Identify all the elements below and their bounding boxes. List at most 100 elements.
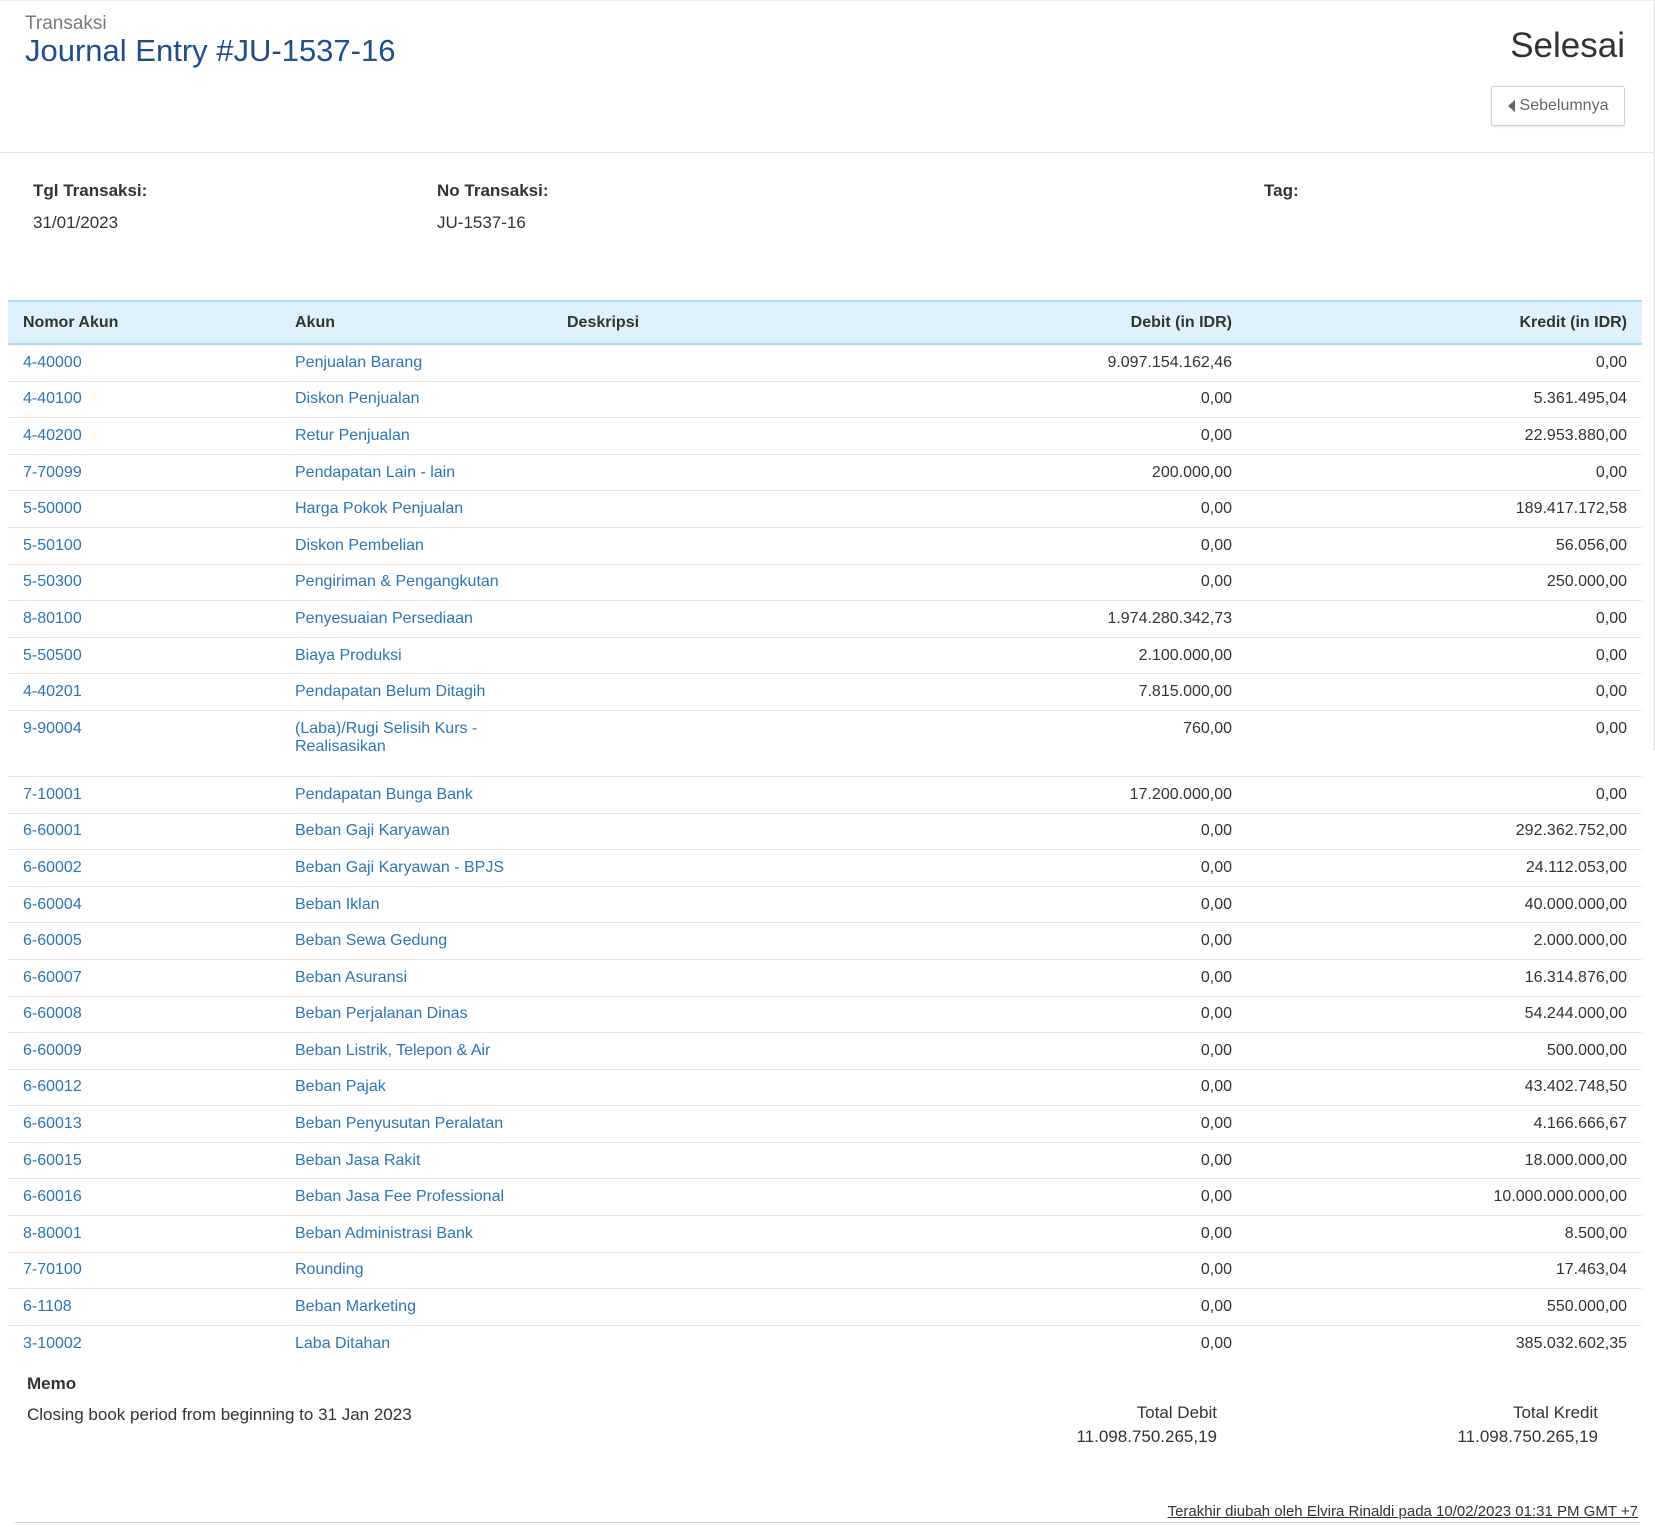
table-row: 5-50500 Biaya Produksi 2.100.000,00 0,00 bbox=[8, 637, 1642, 675]
table-row: 6-60007 Beban Asuransi 0,00 16.314.876,00 bbox=[8, 959, 1642, 997]
previous-button-label: Sebelumnya bbox=[1519, 97, 1609, 114]
account-name-link[interactable]: Beban Iklan bbox=[280, 886, 552, 924]
debit-cell: 0,00 bbox=[972, 564, 1247, 602]
account-number-link[interactable]: 6-60012 bbox=[8, 1069, 280, 1107]
account-number-link[interactable]: 6-60007 bbox=[8, 959, 280, 997]
account-name-link[interactable]: (Laba)/Rugi Selisih Kurs - Realisasikan bbox=[280, 710, 552, 777]
table-row: 6-60001 Beban Gaji Karyawan 0,00 292.362.75… bbox=[8, 813, 1642, 851]
account-number-link[interactable]: 8-80100 bbox=[8, 600, 280, 638]
debit-cell: 0,00 bbox=[972, 1032, 1247, 1070]
table-row: 6-60015 Beban Jasa Rakit 0,00 18.000.000,00 bbox=[8, 1142, 1642, 1180]
account-number-link[interactable]: 6-60005 bbox=[8, 922, 280, 960]
account-number-link[interactable]: 4-40200 bbox=[8, 417, 280, 455]
table-row: 8-80001 Beban Administrasi Bank 0,00 8.500,… bbox=[8, 1215, 1642, 1253]
account-number-link[interactable]: 8-80001 bbox=[8, 1215, 280, 1253]
credit-cell: 0,00 bbox=[1247, 710, 1642, 777]
account-name-link[interactable]: Beban Jasa Rakit bbox=[280, 1142, 552, 1180]
credit-cell: 24.112.053,00 bbox=[1247, 849, 1642, 887]
account-name-link[interactable]: Beban Perjalanan Dinas bbox=[280, 996, 552, 1034]
account-number-link[interactable]: 6-60013 bbox=[8, 1105, 280, 1143]
description-cell bbox=[552, 1325, 972, 1361]
account-number-link[interactable]: 4-40201 bbox=[8, 673, 280, 711]
account-number-link[interactable]: 7-70099 bbox=[8, 454, 280, 492]
account-number-link[interactable]: 4-40100 bbox=[8, 381, 280, 419]
account-name-link[interactable]: Beban Administrasi Bank bbox=[280, 1215, 552, 1253]
account-number-link[interactable]: 7-70100 bbox=[8, 1252, 280, 1290]
credit-cell: 0,00 bbox=[1247, 600, 1642, 638]
account-name-link[interactable]: Beban Penyusutan Peralatan bbox=[280, 1105, 552, 1143]
account-name-link[interactable]: Pendapatan Lain - lain bbox=[280, 454, 552, 492]
total-credit-label: Total Kredit bbox=[1512, 1403, 1598, 1422]
account-number-link[interactable]: 6-60004 bbox=[8, 886, 280, 924]
account-number-link[interactable]: 4-40000 bbox=[8, 344, 280, 382]
account-name-link[interactable]: Beban Gaji Karyawan - BPJS bbox=[280, 849, 552, 887]
description-cell bbox=[552, 922, 972, 960]
credit-cell: 43.402.748,50 bbox=[1247, 1069, 1642, 1107]
account-name-link[interactable]: Beban Listrik, Telepon & Air bbox=[280, 1032, 552, 1070]
account-name-link[interactable]: Beban Pajak bbox=[280, 1069, 552, 1107]
previous-button[interactable]: Sebelumnya bbox=[1491, 86, 1625, 126]
account-name-link[interactable]: Biaya Produksi bbox=[280, 637, 552, 675]
account-number-link[interactable]: 6-1108 bbox=[8, 1288, 280, 1326]
account-number-link[interactable]: 5-50500 bbox=[8, 637, 280, 675]
description-cell bbox=[552, 673, 972, 711]
table-row: 6-60013 Beban Penyusutan Peralatan 0,00 4.1… bbox=[8, 1105, 1642, 1143]
debit-cell: 0,00 bbox=[972, 922, 1247, 960]
account-number-link[interactable]: 7-10001 bbox=[8, 776, 280, 814]
account-number-link[interactable]: 6-60016 bbox=[8, 1178, 280, 1217]
account-name-link[interactable]: Penyesuaian Persediaan bbox=[280, 600, 552, 638]
account-number-link[interactable]: 6-60009 bbox=[8, 1032, 280, 1070]
credit-cell: 54.244.000,00 bbox=[1247, 996, 1642, 1034]
credit-cell: 18.000.000,00 bbox=[1247, 1142, 1642, 1180]
description-cell bbox=[552, 381, 972, 419]
account-number-link[interactable]: 6-60002 bbox=[8, 849, 280, 887]
debit-cell: 0,00 bbox=[972, 1105, 1247, 1143]
debit-cell: 2.100.000,00 bbox=[972, 637, 1247, 675]
footer-divider bbox=[15, 1522, 1640, 1523]
account-number-link[interactable]: 5-50000 bbox=[8, 490, 280, 528]
credit-cell: 292.362.752,00 bbox=[1247, 813, 1642, 851]
account-name-link[interactable]: Beban Gaji Karyawan bbox=[280, 813, 552, 851]
column-header-debit: Debit (in IDR) bbox=[972, 300, 1247, 345]
account-number-link[interactable]: 6-60008 bbox=[8, 996, 280, 1034]
account-number-link[interactable]: 6-60015 bbox=[8, 1142, 280, 1180]
credit-cell: 385.032.602,35 bbox=[1515, 1334, 1627, 1352]
account-name-link[interactable]: Beban Asuransi bbox=[280, 959, 552, 997]
account-name-link[interactable]: Beban Jasa Fee Professional bbox=[280, 1178, 552, 1217]
debit-cell: 7.815.000,00 bbox=[972, 673, 1247, 711]
account-number-link[interactable]: 5-50100 bbox=[8, 527, 280, 565]
column-header-description: Deskripsi bbox=[552, 300, 972, 345]
credit-cell: 0,00 bbox=[1247, 344, 1642, 382]
debit-cell: 0,00 bbox=[972, 1142, 1247, 1180]
debit-cell: 0,00 bbox=[972, 1178, 1247, 1217]
account-name-link[interactable]: Harga Pokok Penjualan bbox=[280, 490, 552, 528]
description-cell bbox=[552, 344, 972, 382]
account-name-link[interactable]: Laba Ditahan bbox=[280, 1325, 552, 1361]
description-cell bbox=[552, 776, 972, 814]
debit-cell: 9.097.154.162,46 bbox=[972, 344, 1247, 382]
account-name-link[interactable]: Diskon Penjualan bbox=[280, 381, 552, 419]
account-number-link[interactable]: 6-60001 bbox=[8, 813, 280, 851]
account-number-link[interactable]: 3-10002 bbox=[8, 1325, 280, 1361]
debit-cell: 760,00 bbox=[972, 710, 1247, 777]
table-row: 5-50300 Pengiriman & Pengangkutan 0,00 250.… bbox=[8, 564, 1642, 602]
account-name-link[interactable]: Retur Penjualan bbox=[280, 417, 552, 455]
account-name-link[interactable]: Beban Marketing bbox=[280, 1288, 552, 1326]
table-row: 8-80100 Penyesuaian Persediaan 1.974.280.3… bbox=[8, 600, 1642, 638]
caret-left-icon bbox=[1507, 100, 1515, 112]
account-number-link[interactable]: 9-90004 bbox=[8, 710, 280, 777]
last-modified-link[interactable]: Terakhir diubah oleh Elvira Rinaldi pada… bbox=[1168, 1503, 1638, 1520]
credit-cell: 56.056,00 bbox=[1247, 527, 1642, 565]
page-title: Journal Entry #JU-1537-16 bbox=[25, 33, 396, 68]
account-name-link[interactable]: Beban Sewa Gedung bbox=[280, 922, 552, 960]
description-cell bbox=[552, 454, 972, 492]
account-name-link[interactable]: Penjualan Barang bbox=[280, 344, 552, 382]
account-name-link[interactable]: Diskon Pembelian bbox=[280, 527, 552, 565]
debit-cell: 0,00 bbox=[972, 813, 1247, 851]
account-number-link[interactable]: 5-50300 bbox=[8, 564, 280, 602]
account-name-link[interactable]: Pendapatan Belum Ditagih bbox=[280, 673, 552, 711]
transaction-date: Tgl Transaksi: 31/01/2023 bbox=[33, 181, 147, 233]
account-name-link[interactable]: Pengiriman & Pengangkutan bbox=[280, 564, 552, 602]
account-name-link[interactable]: Pendapatan Bunga Bank bbox=[280, 776, 552, 814]
account-name-link[interactable]: Rounding bbox=[280, 1252, 552, 1290]
